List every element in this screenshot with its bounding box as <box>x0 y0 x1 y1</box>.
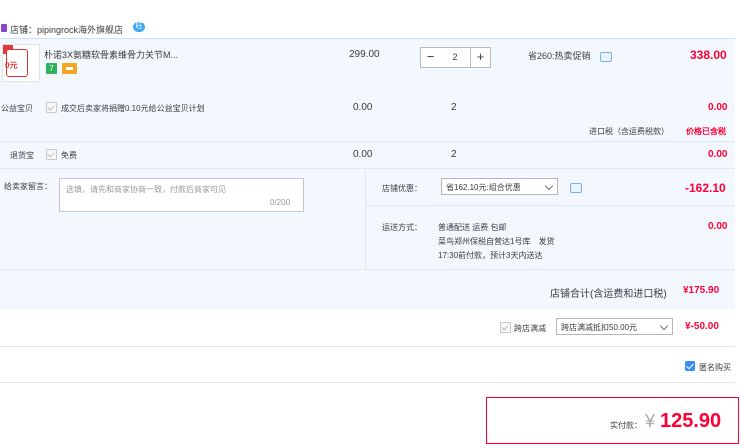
pay-amount: 125.90 <box>660 410 722 432</box>
store-total-label: 店铺合计(含运费和进口税) <box>550 289 667 300</box>
divider <box>0 141 735 142</box>
cross-store-label: 跨店满减 <box>514 324 546 333</box>
discount-info-icon[interactable] <box>570 183 582 193</box>
decrease-button[interactable]: − <box>420 47 441 68</box>
charity-label: 公益宝贝 <box>1 104 33 113</box>
divider <box>0 346 735 347</box>
pay-label: 实付款： <box>610 421 642 430</box>
quantity-stepper: − 2 + <box>420 47 491 68</box>
cross-store-amount: ¥-50.00 <box>685 321 719 332</box>
quantity-input[interactable]: 2 <box>440 47 470 68</box>
increase-button[interactable]: + <box>470 47 491 68</box>
store-icon <box>1 24 7 32</box>
charity-desc: 成交后卖家将捐赠0.10元给公益宝贝计划 <box>61 104 205 113</box>
charity-qty: 2 <box>451 102 457 113</box>
product-thumbnail[interactable]: 0元 <box>2 44 40 82</box>
anonymous-label: 匿名购买 <box>699 363 731 372</box>
item-subtotal: 338.00 <box>690 48 727 62</box>
message-char-count: 0/200 <box>270 198 291 207</box>
cross-store-select[interactable]: 跨店满减抵扣50.00元 <box>556 318 673 335</box>
return-insurance-qty: 2 <box>451 149 457 160</box>
shipping-amount: 0.00 <box>708 221 728 232</box>
charity-price: 0.00 <box>353 102 373 113</box>
return-insurance-label: 退货宝 <box>10 151 34 160</box>
shipping-warehouse: 菜鸟郑州保税自营达1号库 发货 <box>438 237 555 246</box>
return-insurance-desc: 免费 <box>61 151 77 160</box>
divider <box>0 269 735 270</box>
promo-info-icon[interactable] <box>600 52 612 62</box>
seven-day-return-icon: 7 <box>46 63 57 74</box>
credit-card-icon <box>62 63 77 74</box>
divider <box>0 382 735 383</box>
message-label: 给卖家留言： <box>4 182 52 191</box>
divider <box>365 205 735 206</box>
store-total-amount: ¥175.90 <box>683 285 720 296</box>
product-title[interactable]: 朴诺3X氨糖软骨素维骨力关节M... <box>44 48 194 61</box>
shipping-eta: 17:30前付款，预计3天内送达 <box>438 251 543 260</box>
tax-included-label: 价格已含税 <box>686 127 726 136</box>
chevron-down-icon <box>659 321 669 331</box>
shipping-label: 运送方式： <box>382 223 422 232</box>
return-insurance-checkbox <box>46 149 57 160</box>
store-name[interactable]: 店铺：pipingrock海外旗舰店 <box>10 23 123 36</box>
charity-subtotal: 0.00 <box>708 102 728 113</box>
store-discount-select[interactable]: 省162.10元:组合优惠 <box>441 178 558 195</box>
charity-checkbox <box>46 102 57 113</box>
store-discount-label: 店铺优惠： <box>382 184 422 193</box>
divider <box>0 168 735 169</box>
vertical-divider <box>365 169 366 269</box>
cross-store-checkbox <box>500 322 511 333</box>
pay-currency: ¥ <box>645 411 656 431</box>
shipping-method: 普通配送 运费 包邮 <box>438 223 507 232</box>
store-discount-amount: -162.10 <box>685 181 726 195</box>
message-placeholder: 选填，请先和商家协商一致，付款后商家可见 <box>66 185 226 194</box>
chevron-down-icon <box>544 181 554 191</box>
promo-label: 省260:热卖促销 <box>528 51 591 61</box>
wangwang-chat-icon[interactable]: 旺 <box>133 22 145 32</box>
unit-price: 299.00 <box>349 49 380 60</box>
return-insurance-subtotal: 0.00 <box>708 149 728 160</box>
return-insurance-price: 0.00 <box>353 149 373 160</box>
anonymous-checkbox[interactable] <box>685 361 695 371</box>
import-tax-label: 进口税（含运费税款） <box>589 127 669 136</box>
